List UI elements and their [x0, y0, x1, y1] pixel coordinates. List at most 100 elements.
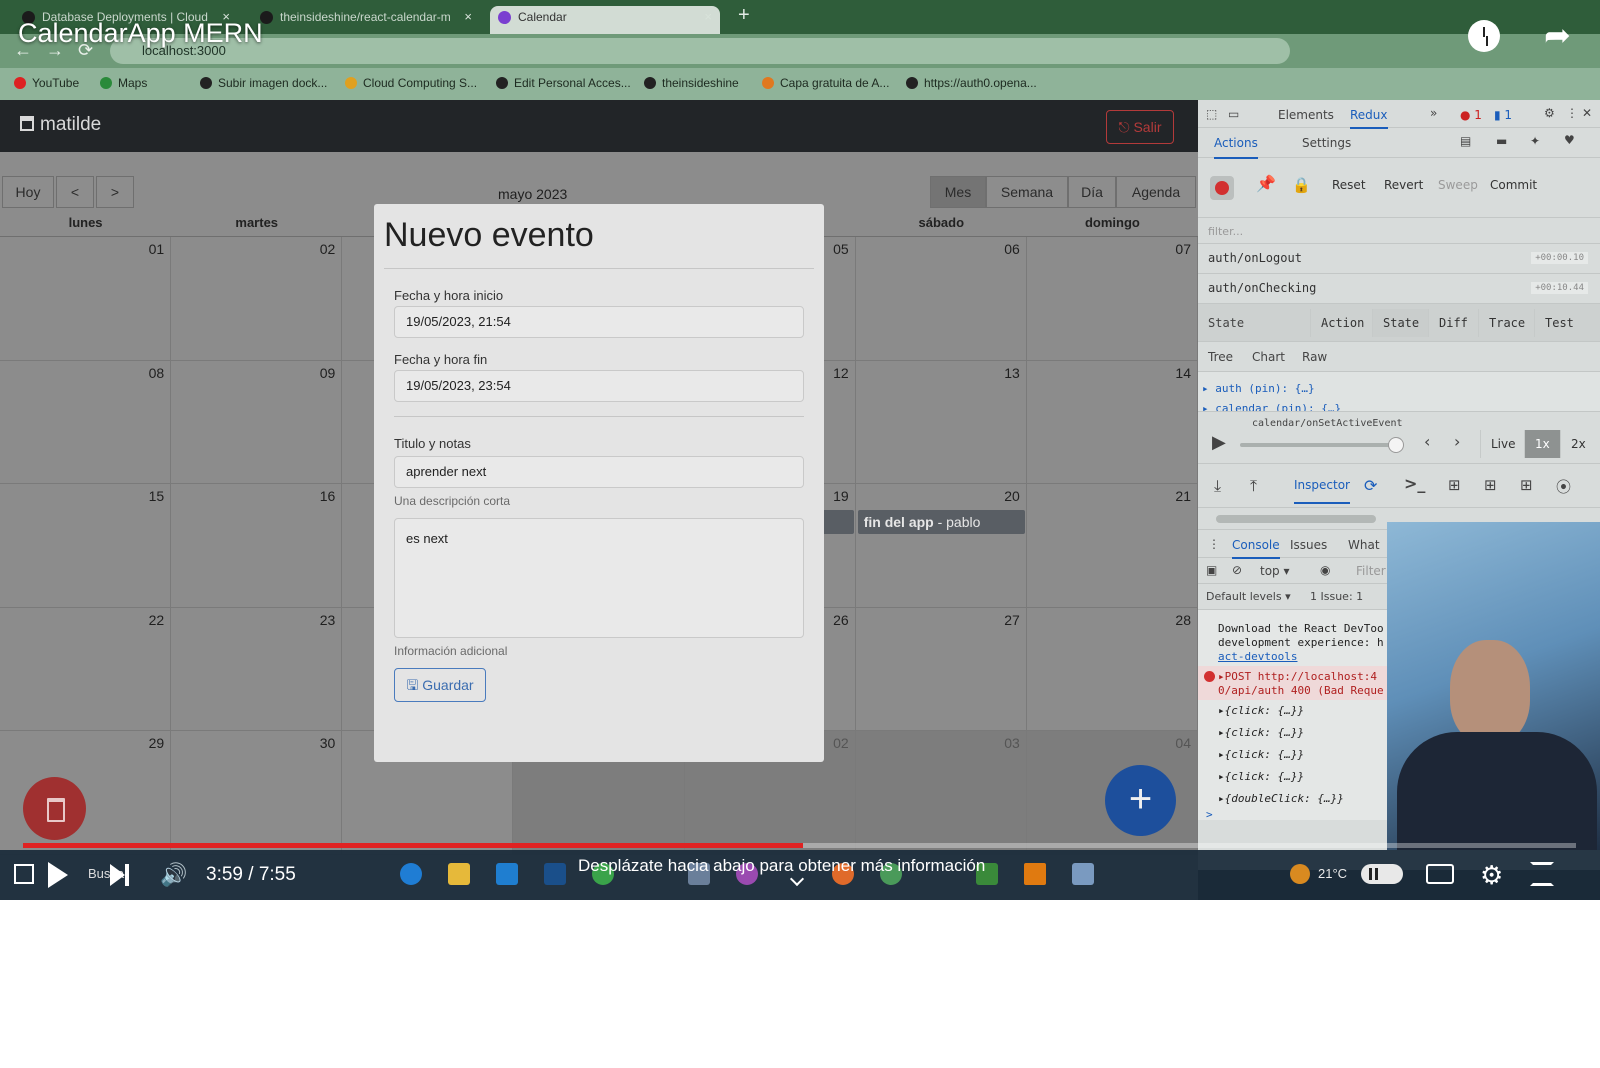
- console-link[interactable]: act-devtools: [1218, 650, 1297, 663]
- more-tabs-icon[interactable]: »: [1430, 106, 1437, 120]
- speed-2x[interactable]: 2x: [1560, 430, 1596, 458]
- tab-redux[interactable]: Redux: [1350, 108, 1388, 129]
- inspector-button[interactable]: Inspector: [1294, 478, 1350, 504]
- day-number[interactable]: 06: [1004, 241, 1020, 257]
- day-number[interactable]: 28: [1175, 612, 1191, 628]
- remote-icon[interactable]: ⦿: [1556, 476, 1571, 497]
- day-cell[interactable]: 14: [1026, 360, 1198, 485]
- watch-later-icon[interactable]: [1468, 20, 1500, 52]
- add-event-button[interactable]: +: [1105, 765, 1176, 836]
- console-prompt[interactable]: >: [1206, 808, 1213, 821]
- bookmark-item[interactable]: YouTube: [14, 76, 79, 90]
- day-number[interactable]: 20: [1004, 488, 1020, 504]
- day-cell[interactable]: 22: [0, 607, 172, 732]
- day-number[interactable]: 02: [320, 241, 336, 257]
- action-filter-input[interactable]: filter...: [1208, 225, 1243, 238]
- day-cell[interactable]: 23: [171, 607, 343, 732]
- start-datetime-input[interactable]: 19/05/2023, 21:54: [394, 306, 804, 338]
- tree-node-auth[interactable]: ▸ auth (pin): {…}: [1202, 382, 1315, 395]
- layout-bottom-icon[interactable]: ⊞: [1484, 476, 1497, 494]
- console-object[interactable]: ▸{click: {…}}: [1218, 748, 1304, 761]
- sweep-button[interactable]: Sweep: [1438, 178, 1478, 192]
- day-cell[interactable]: 06: [855, 237, 1027, 361]
- bookmark-item[interactable]: Maps: [100, 76, 147, 90]
- speed-1x[interactable]: 1x: [1524, 430, 1560, 458]
- bookmark-item[interactable]: Edit Personal Acces...: [496, 76, 631, 90]
- terminal-icon[interactable]: >_: [1404, 474, 1425, 493]
- tab-whats-new[interactable]: What: [1348, 538, 1380, 552]
- bookmark-item[interactable]: theinsideshine: [644, 76, 739, 90]
- save-button[interactable]: 🖫 Guardar: [394, 668, 486, 702]
- subtitles-icon[interactable]: [1426, 864, 1454, 884]
- console-object[interactable]: ▸{click: {…}}: [1218, 704, 1304, 717]
- console-filter-input[interactable]: Filter: [1356, 564, 1386, 578]
- info-count-badge[interactable]: ▮ 1: [1494, 108, 1512, 122]
- calendar-event[interactable]: fin del app - pablo: [857, 510, 1025, 535]
- day-cell[interactable]: 03: [855, 731, 1027, 855]
- share-icon[interactable]: ➦: [1544, 16, 1571, 54]
- gear-icon[interactable]: ⚙: [1544, 106, 1555, 120]
- day-number[interactable]: 04: [1175, 735, 1191, 751]
- day-cell[interactable]: 20: [855, 484, 1027, 608]
- twitter-icon[interactable]: ✦: [1530, 134, 1540, 148]
- eye-icon[interactable]: ◉: [1320, 563, 1330, 577]
- day-number[interactable]: 16: [320, 488, 336, 504]
- tab-actions[interactable]: Actions: [1214, 136, 1258, 159]
- console-object[interactable]: ▸{click: {…}}: [1218, 770, 1304, 783]
- tab-action[interactable]: Action: [1310, 309, 1374, 337]
- today-button[interactable]: Hoy: [2, 176, 54, 208]
- day-number[interactable]: 27: [1004, 612, 1020, 628]
- commit-button[interactable]: Commit: [1490, 178, 1537, 192]
- volume-icon[interactable]: 🔊: [160, 862, 187, 888]
- delete-event-button[interactable]: [23, 777, 86, 840]
- tab-diff[interactable]: Diff: [1428, 309, 1478, 337]
- day-number[interactable]: 02: [833, 735, 849, 751]
- next-video-button[interactable]: [110, 864, 129, 886]
- tab-elements[interactable]: Elements: [1278, 108, 1334, 122]
- end-datetime-input[interactable]: 19/05/2023, 23:54: [394, 370, 804, 402]
- day-number[interactable]: 15: [149, 488, 165, 504]
- progress-played[interactable]: [23, 843, 803, 848]
- day-cell[interactable]: 02: [171, 237, 343, 361]
- issues-badge[interactable]: 1 Issue: 1: [1310, 590, 1363, 603]
- tab-issues[interactable]: Issues: [1290, 538, 1327, 552]
- layout-left-icon[interactable]: ⊞: [1448, 476, 1461, 494]
- pin-icon[interactable]: 📌: [1256, 174, 1276, 193]
- console-object[interactable]: ▸{click: {…}}: [1218, 726, 1304, 739]
- step-forward-icon[interactable]: ›: [1454, 432, 1460, 451]
- context-select[interactable]: top ▾: [1260, 564, 1290, 578]
- clear-icon[interactable]: ⊘: [1232, 563, 1242, 577]
- view-day-button[interactable]: Día: [1068, 176, 1116, 208]
- kebab-icon[interactable]: ⋮: [1566, 106, 1578, 120]
- day-number[interactable]: 13: [1004, 365, 1020, 381]
- action-slider[interactable]: [1240, 443, 1400, 447]
- day-cell[interactable]: 28: [1026, 607, 1198, 732]
- action-list-item[interactable]: auth/onChecking +00:10.44: [1198, 274, 1600, 304]
- view-week-button[interactable]: Semana: [986, 176, 1068, 208]
- tab-settings[interactable]: Settings: [1302, 136, 1351, 150]
- day-number[interactable]: 26: [833, 612, 849, 628]
- day-cell[interactable]: 09: [171, 360, 343, 485]
- default-levels-select[interactable]: Default levels ▾: [1206, 590, 1291, 603]
- day-cell[interactable]: 30: [171, 731, 343, 855]
- day-number[interactable]: 29: [149, 735, 165, 751]
- day-cell[interactable]: 01: [0, 237, 172, 361]
- revert-button[interactable]: Revert: [1384, 178, 1423, 192]
- layout-right-icon[interactable]: ⊞: [1520, 476, 1533, 494]
- play-button[interactable]: [48, 862, 68, 888]
- bookmark-item[interactable]: https://auth0.opena...: [906, 76, 1037, 90]
- day-number[interactable]: 23: [320, 612, 336, 628]
- tree-node-calendar[interactable]: ▸ calendar (pin): {…}: [1202, 402, 1341, 411]
- notes-textarea[interactable]: es next: [394, 518, 804, 638]
- logout-button[interactable]: ⎋ Salir: [1106, 110, 1174, 144]
- record-button[interactable]: [1210, 176, 1234, 200]
- prev-button[interactable]: <: [56, 176, 94, 208]
- reset-button[interactable]: Reset: [1332, 178, 1366, 192]
- address-field[interactable]: localhost:3000: [110, 38, 1290, 64]
- upload-icon[interactable]: ⤒: [1250, 476, 1257, 496]
- step-back-icon[interactable]: ‹: [1424, 432, 1430, 451]
- browser-tab-active[interactable]: Calendar ×: [490, 6, 720, 34]
- day-number[interactable]: 19: [833, 488, 849, 504]
- inspect-icon[interactable]: ⬚: [1206, 107, 1217, 121]
- bookmark-item[interactable]: Cloud Computing S...: [345, 76, 477, 90]
